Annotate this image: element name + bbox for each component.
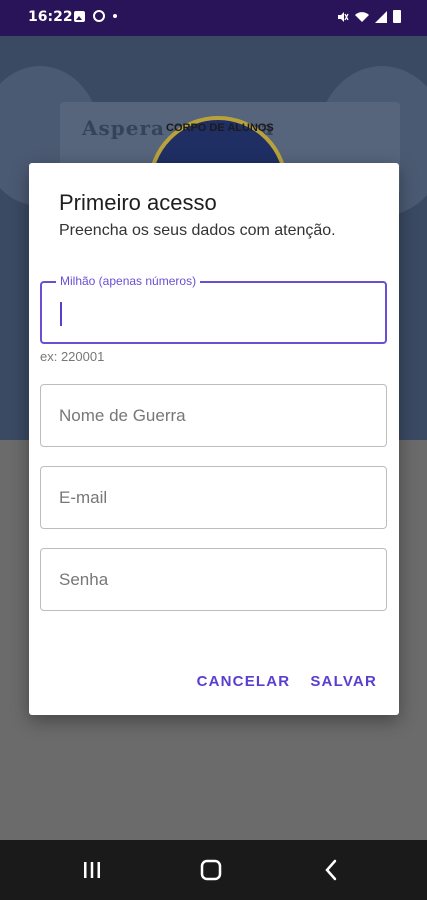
mute-icon — [338, 11, 349, 22]
status-time: 16:22 — [28, 9, 73, 25]
first-access-dialog: Primeiro acesso Preencha os seus dados c… — [29, 163, 399, 715]
text-cursor — [60, 302, 62, 326]
senha-field[interactable]: Senha — [40, 548, 387, 611]
dialog-title: Primeiro acesso — [59, 190, 217, 215]
cancel-button[interactable]: CANCELAR — [197, 673, 291, 690]
nome-de-guerra-placeholder: Nome de Guerra — [59, 406, 186, 425]
save-button[interactable]: SALVAR — [310, 673, 377, 690]
email-placeholder: E-mail — [59, 488, 108, 507]
whatsapp-icon — [93, 10, 105, 22]
nome-de-guerra-field[interactable]: Nome de Guerra — [40, 384, 387, 447]
status-left-icons — [74, 10, 117, 22]
milhao-helper-text: ex: 220001 — [40, 349, 105, 364]
dialog-subtitle: Preencha os seus dados com atenção. — [59, 222, 336, 239]
recents-icon — [84, 862, 100, 878]
status-right-icons — [337, 10, 401, 23]
status-bar: 16:22 — [0, 0, 427, 36]
back-icon — [325, 859, 337, 881]
home-button[interactable] — [171, 840, 251, 900]
senha-placeholder: Senha — [59, 570, 109, 589]
email-field[interactable]: E-mail — [40, 466, 387, 529]
milhao-field[interactable]: Milhão (apenas números) — [40, 274, 387, 344]
image-icon — [74, 10, 85, 22]
back-button[interactable] — [291, 840, 371, 900]
wifi-icon — [355, 11, 369, 22]
battery-icon — [393, 10, 401, 23]
navigation-bar — [0, 840, 427, 900]
signal-icon — [375, 10, 387, 23]
recents-button[interactable] — [52, 840, 132, 900]
milhao-field-label: Milhão (apenas números) — [56, 274, 201, 288]
emblem-text: CORPO DE ALUNOS — [166, 122, 274, 134]
dot-icon — [113, 14, 117, 18]
home-icon — [200, 859, 222, 881]
dialog-actions: CANCELAR SALVAR — [197, 673, 377, 690]
